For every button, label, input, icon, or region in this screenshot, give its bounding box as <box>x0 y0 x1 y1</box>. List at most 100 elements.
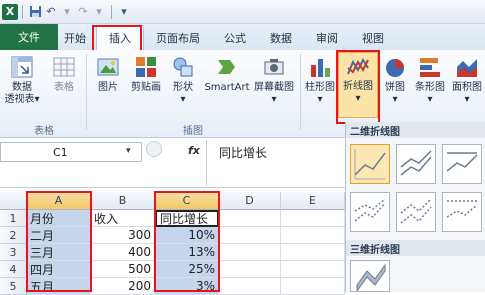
column-header-d[interactable]: D <box>219 192 281 210</box>
table-label: 表格 <box>54 82 74 93</box>
cell-b3[interactable]: 400 <box>91 244 155 261</box>
tab-insert[interactable]: 插入 <box>96 25 144 50</box>
cell-e2[interactable] <box>281 227 345 244</box>
section-3d-line: 三维折线图 <box>346 240 485 256</box>
chart-type-line[interactable] <box>350 144 390 184</box>
screenshot-label: 屏幕截图 ▾ <box>254 82 294 105</box>
column-chart-icon <box>307 54 333 80</box>
tab-file[interactable]: 文件 <box>0 24 58 50</box>
tab-formulas[interactable]: 公式 <box>212 26 258 50</box>
column-header-c[interactable]: C <box>155 192 219 210</box>
row-header[interactable]: 1 <box>0 210 27 227</box>
area-chart-button[interactable]: 面积图 ▾ <box>450 54 484 106</box>
table-button[interactable]: 表格 <box>46 54 82 94</box>
line-chart-icon <box>345 53 371 79</box>
chart-type-100-stacked-line[interactable] <box>442 144 482 184</box>
smartart-label: SmartArt <box>204 82 250 93</box>
screenshot-icon <box>261 54 287 80</box>
cell-c3[interactable]: 13% <box>155 244 219 261</box>
cell-c1[interactable]: 同比增长 <box>155 210 219 227</box>
shapes-label: 形状 ▾ <box>173 82 193 105</box>
excel-logo-icon: X <box>2 3 18 20</box>
bar-chart-icon <box>417 54 443 80</box>
cell-e1[interactable] <box>281 210 345 227</box>
picture-label: 图片 <box>98 82 118 93</box>
cell-b4[interactable]: 500 <box>91 261 155 278</box>
qat-separator-2 <box>111 4 112 19</box>
cell-e5[interactable] <box>281 278 345 295</box>
cell-c5[interactable]: 3% <box>155 278 219 295</box>
area-chart-label: 面积图 ▾ <box>452 82 482 105</box>
line-chart-label: 折线图 ▾ <box>343 81 373 104</box>
formula-input[interactable]: 同比增长 <box>206 140 345 186</box>
redo-dropdown-icon[interactable]: ▾ <box>91 4 107 20</box>
group-separator <box>86 54 87 130</box>
cell-e4[interactable] <box>281 261 345 278</box>
cell-c4[interactable]: 25% <box>155 261 219 278</box>
pie-chart-label: 饼图 ▾ <box>385 82 405 105</box>
pivot-table-icon <box>9 54 35 80</box>
section-2d-line: 二维折线图 <box>346 122 485 138</box>
shapes-button[interactable]: 形状 ▾ <box>166 54 200 106</box>
line-chart-dropdown: 二维折线图 三维折线图 <box>345 122 485 293</box>
chart-type-stacked-line-markers[interactable] <box>396 192 436 232</box>
cell-c2[interactable]: 10% <box>155 227 219 244</box>
tab-review[interactable]: 审阅 <box>304 26 350 50</box>
row-header[interactable]: 5 <box>0 278 27 295</box>
column-header-b[interactable]: B <box>91 192 155 210</box>
cell-a5[interactable]: 五月 <box>27 278 91 295</box>
function-dots-icon[interactable] <box>146 141 162 157</box>
row-header[interactable]: 3 <box>0 244 27 261</box>
chart-type-stacked-line[interactable] <box>396 144 436 184</box>
save-icon[interactable] <box>27 4 43 20</box>
cell-d2[interactable] <box>219 227 281 244</box>
tab-page-layout[interactable]: 页面布局 <box>144 26 212 50</box>
cell-a2[interactable]: 二月 <box>27 227 91 244</box>
cell-a3[interactable]: 三月 <box>27 244 91 261</box>
group-label-tables: 表格 <box>34 126 54 137</box>
clipart-label: 剪贴画 <box>131 82 161 93</box>
screenshot-button[interactable]: 屏幕截图 ▾ <box>252 54 296 106</box>
smartart-button[interactable]: SmartArt <box>202 54 252 94</box>
name-box[interactable]: C1 <box>0 142 142 162</box>
chart-type-line-markers[interactable] <box>350 192 390 232</box>
undo-icon[interactable]: ↶ <box>43 4 59 20</box>
pie-chart-icon <box>382 54 408 80</box>
tab-home[interactable]: 开始 <box>58 26 96 50</box>
cell-b5[interactable]: 200 <box>91 278 155 295</box>
redo-icon[interactable]: ↷ <box>75 4 91 20</box>
cell-d1[interactable] <box>219 210 281 227</box>
cell-d3[interactable] <box>219 244 281 261</box>
column-chart-button[interactable]: 柱形图 ▾ <box>302 54 338 106</box>
undo-dropdown-icon[interactable]: ▾ <box>59 4 75 20</box>
area-chart-icon <box>454 54 480 80</box>
line-chart-button[interactable]: 折线图 ▾ <box>338 52 378 118</box>
cell-b1[interactable]: 收入 <box>91 210 155 227</box>
cell-b2[interactable]: 300 <box>91 227 155 244</box>
fx-icon[interactable]: fx <box>188 144 200 157</box>
column-header-a[interactable]: A <box>27 192 91 210</box>
group-label-illustrations: 插图 <box>183 126 203 137</box>
row-header[interactable]: 4 <box>0 261 27 278</box>
chart-type-100-stacked-line-markers[interactable] <box>442 192 482 232</box>
pivot-table-button[interactable]: 数据 透视表▾ <box>2 54 42 106</box>
column-chart-label: 柱形图 ▾ <box>305 82 335 105</box>
name-box-dropdown-icon[interactable]: ▾ <box>126 146 131 156</box>
clipart-button[interactable]: 剪贴画 <box>128 54 164 94</box>
column-header-e[interactable]: E <box>281 192 345 210</box>
picture-button[interactable]: 图片 <box>90 54 126 94</box>
tab-data[interactable]: 数据 <box>258 26 304 50</box>
pie-chart-button[interactable]: 饼图 ▾ <box>380 54 410 106</box>
bar-chart-button[interactable]: 条形图 ▾ <box>412 54 448 106</box>
cell-e3[interactable] <box>281 244 345 261</box>
cell-a1[interactable]: 月份 <box>27 210 91 227</box>
chart-type-3d-line[interactable] <box>350 260 390 293</box>
smartart-icon <box>214 54 240 80</box>
select-all-corner[interactable] <box>0 192 27 210</box>
row-header[interactable]: 2 <box>0 227 27 244</box>
tab-view[interactable]: 视图 <box>350 26 396 50</box>
cell-d5[interactable] <box>219 278 281 295</box>
cell-d4[interactable] <box>219 261 281 278</box>
customize-qat-icon[interactable]: ▾ <box>116 4 132 20</box>
cell-a4[interactable]: 四月 <box>27 261 91 278</box>
